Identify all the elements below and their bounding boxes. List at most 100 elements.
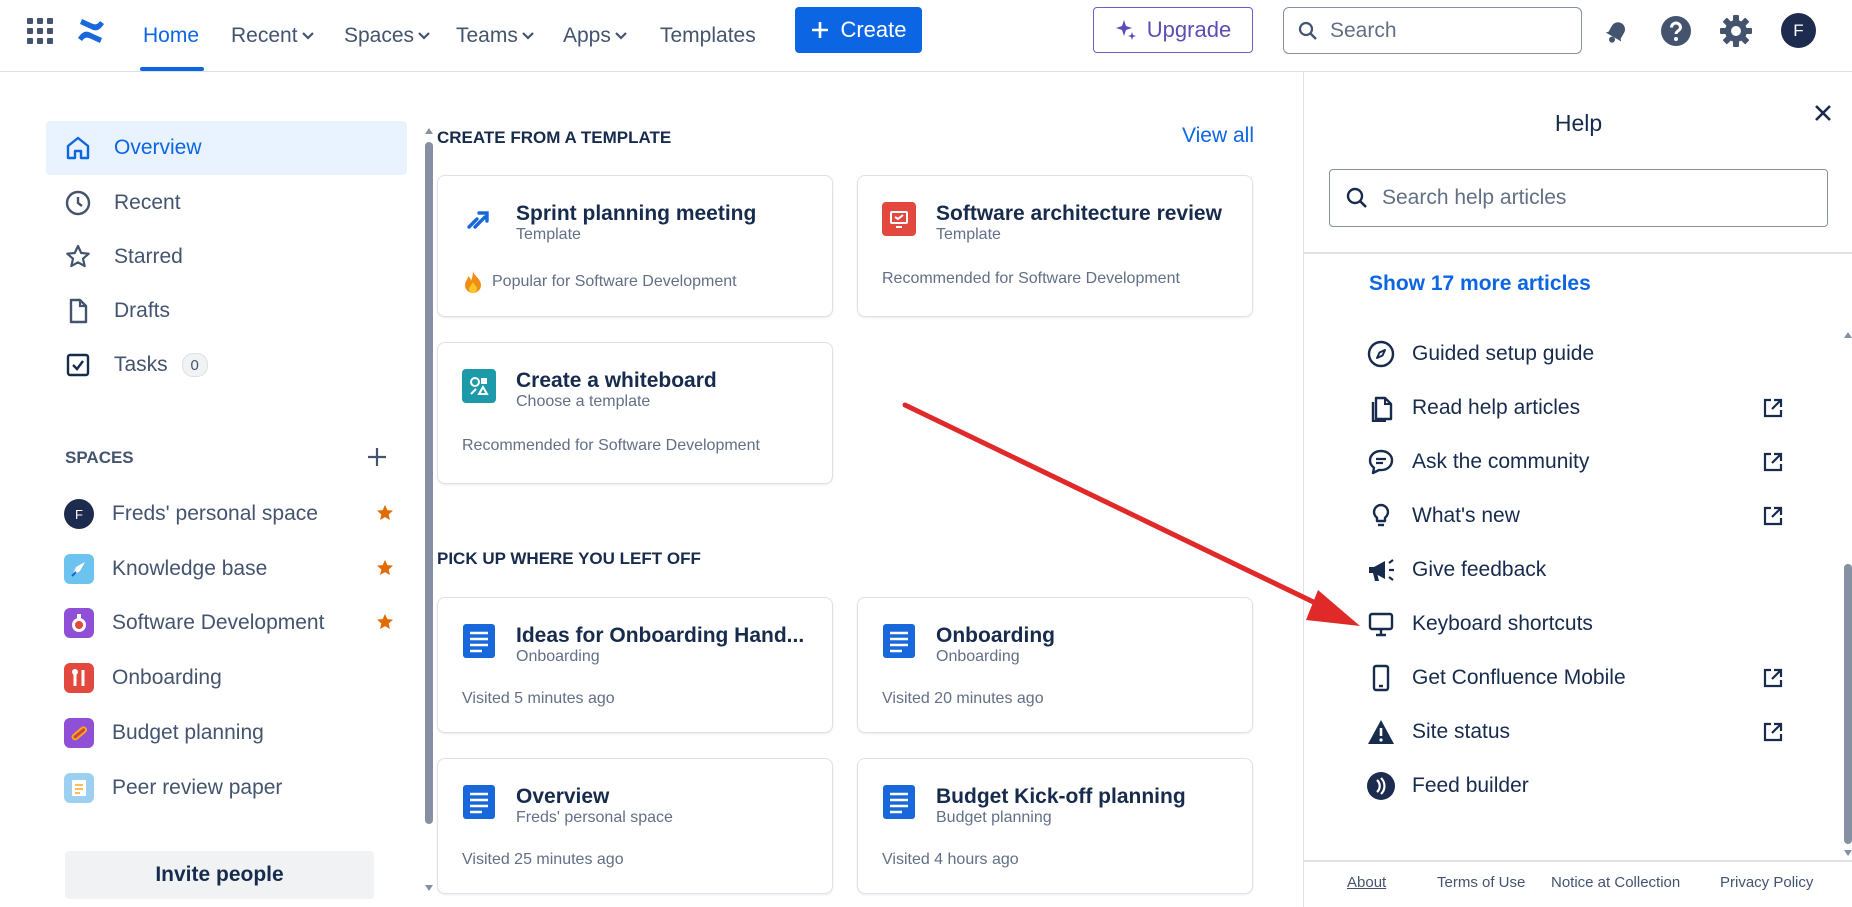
card-footer-text: Visited 4 hours ago (882, 851, 1019, 868)
chevron-down-icon (301, 32, 314, 40)
plus-icon (812, 22, 829, 38)
external-link-icon (1763, 452, 1783, 472)
space-item-freds-personal-space[interactable]: F Freds' personal space (64, 490, 394, 538)
sidebar-item-drafts[interactable]: Drafts (46, 284, 407, 338)
upgrade-button[interactable]: Upgrade (1093, 7, 1253, 53)
starred-star-icon[interactable] (376, 613, 394, 631)
space-item-label: Onboarding (112, 666, 222, 689)
help-search-input[interactable]: Search help articles (1329, 169, 1828, 227)
document-icon (64, 297, 92, 325)
templates-heading: CREATE FROM A TEMPLATE (437, 128, 672, 147)
invite-people-button[interactable]: Invite people (65, 851, 374, 899)
help-item-ask-community[interactable]: Ask the community (1366, 437, 1784, 487)
starred-star-icon[interactable] (376, 559, 394, 577)
help-item-give-feedback[interactable]: Give feedback (1366, 545, 1784, 595)
external-link-icon (1763, 722, 1783, 742)
chevron-down-icon (615, 32, 627, 40)
notifications-icon[interactable] (1602, 16, 1632, 46)
recent-card-onboarding[interactable]: Onboarding Onboarding Visited 20 minutes… (857, 597, 1253, 733)
footer-privacy-link[interactable]: Privacy Policy (1720, 874, 1813, 891)
card-subtitle: Onboarding (516, 648, 600, 665)
potion-icon (64, 608, 94, 638)
home-icon (64, 134, 92, 162)
space-avatar: F (64, 499, 94, 529)
help-item-confluence-mobile[interactable]: Get Confluence Mobile (1366, 653, 1784, 703)
help-item-label: Get Confluence Mobile (1412, 666, 1626, 689)
space-item-budget-planning[interactable]: Budget planning (64, 709, 394, 757)
template-card-create-whiteboard[interactable]: Create a whiteboard Choose a template Re… (437, 342, 833, 484)
help-item-label: Guided setup guide (1412, 342, 1595, 365)
checkbox-icon (64, 351, 92, 379)
mobile-icon (1366, 663, 1396, 693)
warning-icon (1366, 717, 1396, 747)
help-item-read-help-articles[interactable]: Read help articles (1366, 383, 1784, 433)
card-subtitle: Choose a template (516, 393, 651, 410)
space-item-label: Budget planning (112, 721, 264, 744)
help-item-site-status[interactable]: Site status (1366, 707, 1784, 757)
space-item-software-development[interactable]: Software Development (64, 599, 394, 647)
help-item-guided-setup[interactable]: Guided setup guide (1366, 329, 1784, 379)
space-item-onboarding[interactable]: Onboarding (64, 654, 394, 702)
tasks-count-badge: 0 (181, 353, 208, 377)
card-subtitle: Template (936, 226, 1001, 243)
space-item-peer-review-paper[interactable]: Peer review paper (64, 764, 394, 812)
card-footer: Popular for Software Development (462, 270, 737, 294)
lightbulb-icon (1366, 501, 1396, 531)
card-footer: Visited 20 minutes ago (882, 690, 1044, 708)
card-title: Budget Kick-off planning (936, 785, 1186, 808)
template-card-sprint-planning[interactable]: Sprint planning meeting Template Popular… (437, 175, 833, 317)
nav-active-indicator (140, 67, 204, 71)
help-item-feed-builder[interactable]: Feed builder (1366, 761, 1784, 811)
sidebar-item-overview[interactable]: Overview (46, 121, 407, 175)
clock-icon (64, 189, 92, 217)
recent-card-budget-kickoff[interactable]: Budget Kick-off planning Budget planning… (857, 758, 1253, 894)
global-search-input[interactable]: Search (1283, 7, 1582, 54)
settings-gear-icon[interactable] (1720, 15, 1752, 47)
hotdog-icon (64, 718, 94, 748)
nav-teams[interactable]: Teams (456, 0, 534, 72)
recent-card-ideas-for-onboarding[interactable]: Ideas for Onboarding Hand... Onboarding … (437, 597, 833, 733)
sidebar-item-recent[interactable]: Recent (46, 176, 407, 230)
page-document-icon (462, 624, 496, 658)
sidebar-item-tasks[interactable]: Tasks 0 (46, 338, 407, 392)
template-card-software-architecture-review[interactable]: Software architecture review Template Re… (857, 175, 1253, 317)
presentation-icon (882, 202, 916, 236)
nav-templates[interactable]: Templates (660, 0, 756, 72)
help-icon[interactable] (1660, 15, 1692, 47)
card-subtitle: Budget planning (936, 809, 1052, 826)
external-link-icon (1763, 398, 1783, 418)
card-footer-text: Recommended for Software Development (462, 437, 760, 454)
confluence-logo-icon[interactable] (76, 16, 106, 46)
card-title: Create a whiteboard (516, 369, 717, 392)
compass-icon (1366, 339, 1396, 369)
card-footer: Recommended for Software Development (462, 437, 760, 455)
space-item-knowledge-base[interactable]: Knowledge base (64, 545, 394, 593)
app-switcher-icon[interactable] (27, 18, 53, 44)
help-item-keyboard-shortcuts[interactable]: Keyboard shortcuts (1366, 599, 1784, 649)
nav-spaces[interactable]: Spaces (344, 0, 430, 72)
nav-templates-label: Templates (660, 24, 756, 47)
sidebar-item-starred[interactable]: Starred (46, 230, 407, 284)
show-more-articles-link[interactable]: Show 17 more articles (1369, 272, 1591, 296)
create-button[interactable]: Create (795, 7, 922, 53)
nav-home[interactable]: Home (143, 0, 199, 72)
close-icon[interactable] (1814, 104, 1832, 122)
recent-heading: PICK UP WHERE YOU LEFT OFF (437, 549, 701, 568)
nav-recent[interactable]: Recent (231, 0, 314, 72)
help-scrollbar[interactable] (1843, 262, 1852, 862)
footer-about-link[interactable]: About (1347, 874, 1386, 891)
main-scrollbar[interactable] (424, 128, 433, 891)
user-avatar[interactable]: F (1781, 13, 1816, 48)
starred-star-icon[interactable] (376, 504, 394, 522)
page-document-icon (462, 785, 496, 819)
card-footer-text: Visited 20 minutes ago (882, 690, 1044, 707)
view-all-link[interactable]: View all (1182, 124, 1254, 148)
footer-terms-link[interactable]: Terms of Use (1437, 874, 1525, 891)
nav-apps[interactable]: Apps (563, 0, 627, 72)
recent-card-overview[interactable]: Overview Freds' personal space Visited 2… (437, 758, 833, 894)
footer-notice-link[interactable]: Notice at Collection (1551, 874, 1680, 891)
add-space-plus-icon[interactable] (367, 447, 387, 467)
space-item-label: Freds' personal space (112, 502, 318, 525)
create-button-label: Create (840, 17, 907, 42)
help-item-whats-new[interactable]: What's new (1366, 491, 1784, 541)
